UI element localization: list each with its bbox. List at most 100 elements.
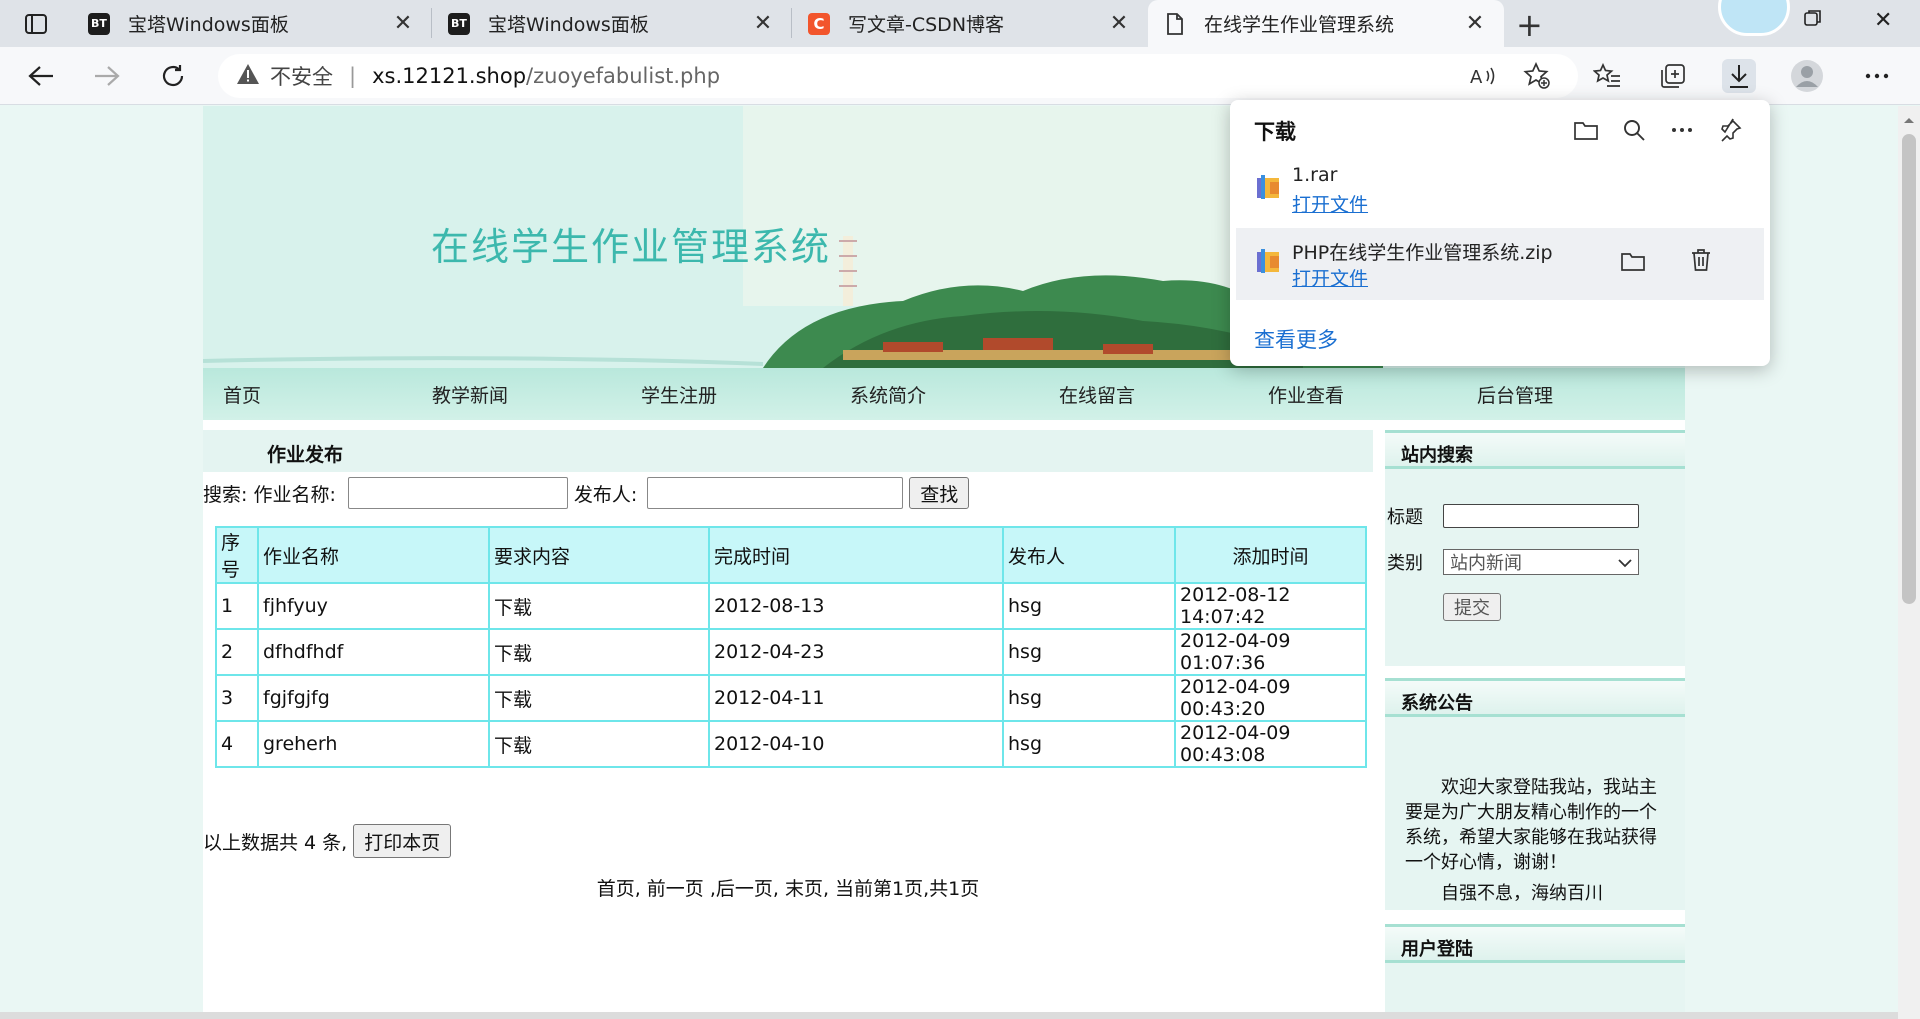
delete-icon[interactable] xyxy=(1690,248,1712,277)
favorites-icon[interactable] xyxy=(1590,59,1624,93)
download-link[interactable]: 下载 xyxy=(488,674,710,722)
table-header-row: 序号 作业名称 要求内容 完成时间 发布人 添加时间 xyxy=(215,526,1367,584)
cell-due: 2012-04-23 xyxy=(708,628,1004,676)
vertical-scrollbar[interactable] xyxy=(1898,106,1920,1019)
downloads-icon[interactable] xyxy=(1722,59,1756,93)
nav-guestbook[interactable]: 在线留言 xyxy=(1039,381,1248,408)
forward-icon[interactable] xyxy=(90,59,124,93)
nav-register[interactable]: 学生注册 xyxy=(621,381,830,408)
scrollbar-thumb[interactable] xyxy=(1902,134,1916,604)
close-icon[interactable]: ✕ xyxy=(390,11,416,36)
print-button[interactable]: 打印本页 xyxy=(353,824,452,858)
see-more-link[interactable]: 查看更多 xyxy=(1254,324,1338,354)
open-file-link[interactable]: 打开文件 xyxy=(1292,264,1368,291)
tab-baota-2[interactable]: BT 宝塔Windows面板 ✕ xyxy=(432,0,792,47)
restore-icon[interactable] xyxy=(1804,8,1822,33)
folder-icon[interactable] xyxy=(1570,114,1602,146)
read-aloud-icon[interactable]: A xyxy=(1466,59,1500,93)
tab-baota-1[interactable]: BT 宝塔Windows面板 ✕ xyxy=(72,0,432,47)
table-row: 2 dfhdfhdf 下载 2012-04-23 hsg 2012-04-09 … xyxy=(215,628,1367,676)
open-file-link[interactable]: 打开文件 xyxy=(1292,190,1368,217)
cell-due: 2012-08-13 xyxy=(708,582,1004,630)
profile-bubble[interactable] xyxy=(1718,0,1790,36)
more-options-icon[interactable] xyxy=(1666,114,1698,146)
close-icon[interactable]: ✕ xyxy=(750,11,776,36)
close-icon[interactable]: ✕ xyxy=(1106,11,1132,36)
main-content: 作业发布 搜索: 作业名称: 发布人: 查找 序号 作业名称 要求内容 完成时间… xyxy=(203,430,1373,1012)
cell-name: dfhdfhdf xyxy=(257,628,490,676)
notice-text: 欢迎大家登陆我站，我站主要是为广大朋友精心制作的一个系统，希望大家能够在我站获得… xyxy=(1405,777,1657,873)
cell-added: 2012-08-12 14:07:42 xyxy=(1174,582,1367,630)
cell-name: fgjfgjfg xyxy=(257,674,490,722)
submit-button[interactable]: 提交 xyxy=(1443,593,1501,621)
nav-news[interactable]: 教学新闻 xyxy=(412,381,621,408)
download-link[interactable]: 下载 xyxy=(488,720,710,768)
url-path: /zuoyefabulist.php xyxy=(526,64,721,88)
homework-table: 序号 作业名称 要求内容 完成时间 发布人 添加时间 1 fjhfyuy 下载 … xyxy=(215,526,1367,768)
close-icon[interactable]: ✕ xyxy=(1462,11,1488,36)
cell-name: greherh xyxy=(257,720,490,768)
publisher-input[interactable] xyxy=(647,477,904,509)
page-icon xyxy=(1164,12,1186,35)
back-icon[interactable] xyxy=(24,59,58,93)
downloads-title: 下载 xyxy=(1254,120,1296,144)
warning-icon[interactable] xyxy=(236,63,260,90)
new-tab-icon[interactable]: + xyxy=(1516,6,1543,44)
download-item[interactable]: 1.rar 打开文件 xyxy=(1236,154,1764,226)
table-row: 4 greherh 下载 2012-04-10 hsg 2012-04-09 0… xyxy=(215,720,1367,768)
tab-title: 在线学生作业管理系统 xyxy=(1204,14,1395,36)
download-item[interactable]: PHP在线学生作业管理系统.zip 打开文件 xyxy=(1236,228,1764,300)
browser-toolbar: 不安全 | xs.12121.shop/zuoyefabulist.php A xyxy=(0,47,1920,105)
scroll-up-icon[interactable] xyxy=(1898,112,1920,128)
tab-csdn[interactable]: C 写文章-CSDN博客 ✕ xyxy=(792,0,1148,47)
category-row: 类别 站内新闻 xyxy=(1387,549,1639,575)
site-search-box: 站内搜索 标题 类别 站内新闻 提交 xyxy=(1385,430,1685,666)
tab-strip: BT 宝塔Windows面板 ✕ BT 宝塔Windows面板 ✕ C 写文章-… xyxy=(0,0,1920,47)
window-close-icon[interactable]: ✕ xyxy=(1874,8,1892,33)
publisher-label: 发布人: xyxy=(573,483,638,506)
search-icon[interactable] xyxy=(1618,114,1650,146)
nav-homework[interactable]: 作业查看 xyxy=(1248,381,1457,408)
category-label: 类别 xyxy=(1387,553,1423,574)
pin-icon[interactable] xyxy=(1714,114,1746,146)
download-link[interactable]: 下载 xyxy=(488,582,710,630)
title-input[interactable] xyxy=(1443,504,1639,528)
tab-active-homework[interactable]: 在线学生作业管理系统 ✕ xyxy=(1148,0,1504,47)
notice-text-cut: 自强不息，海纳百川 xyxy=(1441,883,1603,904)
cell-due: 2012-04-11 xyxy=(708,674,1004,722)
download-file-name: 1.rar xyxy=(1292,164,1338,186)
tab-actions-icon[interactable] xyxy=(14,10,58,38)
bt-favicon: BT xyxy=(448,12,470,35)
archive-file-icon xyxy=(1256,174,1280,200)
nav-about[interactable]: 系统简介 xyxy=(830,381,1039,408)
search-button[interactable]: 查找 xyxy=(909,477,970,509)
collections-icon[interactable] xyxy=(1656,59,1690,93)
show-in-folder-icon[interactable] xyxy=(1620,250,1646,277)
search-form: 搜索: 作业名称: 发布人: 查找 xyxy=(203,476,970,510)
csdn-favicon: C xyxy=(808,12,830,35)
cell-publisher: hsg xyxy=(1002,720,1176,768)
bt-favicon: BT xyxy=(88,12,110,35)
col-index: 序号 xyxy=(215,526,259,584)
category-select[interactable]: 站内新闻 xyxy=(1443,549,1639,575)
homework-name-input[interactable] xyxy=(347,477,568,509)
pagination[interactable]: 首页, 前一页 ,后一页, 末页, 当前第1页,共1页 xyxy=(203,874,1373,901)
profile-avatar[interactable] xyxy=(1790,59,1824,93)
download-file-name: PHP在线学生作业管理系统.zip xyxy=(1292,242,1553,264)
more-menu-icon[interactable] xyxy=(1860,59,1894,93)
horizontal-scrollbar[interactable] xyxy=(0,1012,1898,1019)
nav-admin[interactable]: 后台管理 xyxy=(1457,381,1666,408)
cell-name: fjhfyuy xyxy=(257,582,490,630)
security-label[interactable]: 不安全 xyxy=(270,61,333,91)
col-publisher: 发布人 xyxy=(1002,526,1176,584)
add-favorite-icon[interactable] xyxy=(1520,59,1554,93)
cell-publisher: hsg xyxy=(1002,628,1176,676)
address-bar[interactable]: 不安全 | xs.12121.shop/zuoyefabulist.php xyxy=(218,54,1578,98)
cell-added: 2012-04-09 00:43:20 xyxy=(1174,674,1367,722)
cell-added: 2012-04-09 00:43:08 xyxy=(1174,720,1367,768)
refresh-icon[interactable] xyxy=(156,59,190,93)
cell-due: 2012-04-10 xyxy=(708,720,1004,768)
download-link[interactable]: 下载 xyxy=(488,628,710,676)
nav-home[interactable]: 首页 xyxy=(203,381,412,408)
downloads-panel: 下载 1.rar 打开文件 PHP在线学生作业管理系统.zip 打开文件 查看更… xyxy=(1230,100,1770,366)
